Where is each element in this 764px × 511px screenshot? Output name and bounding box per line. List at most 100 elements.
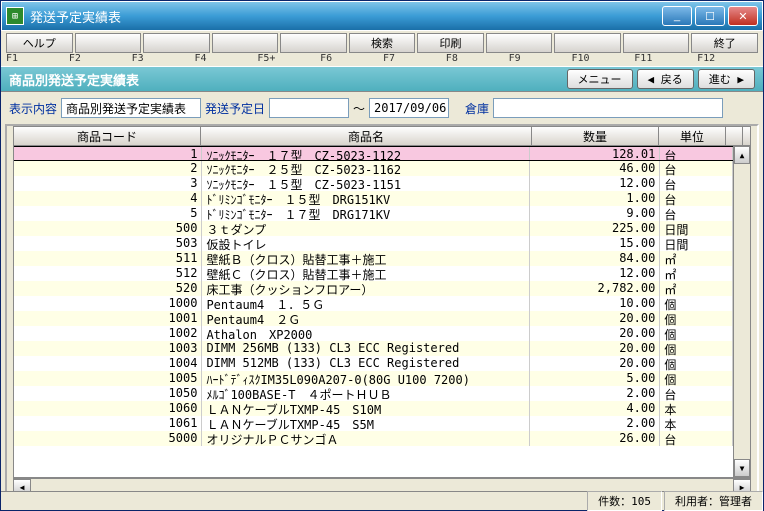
fkey-label-3: F4 [194, 53, 255, 64]
col-header-name[interactable]: 商品名 [201, 127, 532, 145]
toolbar-button-8[interactable] [554, 33, 621, 53]
cell: 1000 [14, 296, 202, 311]
cell: 225.00 [530, 221, 661, 236]
toolbar-button-10[interactable]: 終了 [691, 33, 758, 53]
data-grid: 商品コード 商品名 数量 単位 1ｿﾆｯｸﾓﾆﾀｰ １７型 CZ-5023-11… [13, 126, 751, 478]
table-row[interactable]: 5000オリジナルＰＣサンゴＡ26.00台 [14, 431, 733, 446]
col-header-qty[interactable]: 数量 [532, 127, 659, 145]
toolbar-button-9[interactable] [623, 33, 690, 53]
cell: 500 [14, 221, 202, 236]
maximize-button[interactable]: ☐ [695, 6, 725, 26]
cell: 壁紙Ｂ（クロス）貼替工事＋施工 [202, 251, 529, 266]
cell: 1001 [14, 311, 202, 326]
toolbar-button-7[interactable] [486, 33, 553, 53]
cell: 台 [660, 161, 733, 176]
cell: 台 [660, 206, 733, 221]
col-header-code[interactable]: 商品コード [14, 127, 201, 145]
vertical-scrollbar[interactable]: ▲ ▼ [733, 146, 750, 477]
filter-bar: 表示内容 商品別発送予定実績表 発送予定日 ～ 2017/09/06 倉庫 [1, 92, 763, 124]
app-icon: ⊞ [6, 7, 24, 25]
table-row[interactable]: 1061ＬＡＮケーブルTXMP-45 S5M2.00本 [14, 416, 733, 431]
date-tilde: ～ [353, 100, 365, 117]
table-row[interactable]: 520床工事（クッションフロアー）2,782.00㎡ [14, 281, 733, 296]
cell: 台 [660, 191, 733, 206]
grid-body[interactable]: 1ｿﾆｯｸﾓﾆﾀｰ １７型 CZ-5023-1122128.01台2ｿﾆｯｸﾓﾆ… [14, 146, 733, 477]
forward-button[interactable]: 進む ▶ [698, 69, 755, 89]
table-row[interactable]: 1005ﾊｰﾄﾞﾃﾞｨｽｸIM35L090A207-0(80G U100 720… [14, 371, 733, 386]
table-row[interactable]: 1050ﾒﾙｺﾞ100BASE-T ４ポートＨＵＢ2.00台 [14, 386, 733, 401]
table-row[interactable]: 1000Pentaum4 １．５Ｇ10.00個 [14, 296, 733, 311]
table-row[interactable]: 511壁紙Ｂ（クロス）貼替工事＋施工84.00㎡ [14, 251, 733, 266]
table-row[interactable]: 512壁紙Ｃ（クロス）貼替工事＋施工12.00㎡ [14, 266, 733, 281]
cell: 511 [14, 251, 202, 266]
fkey-label-5: F6 [320, 53, 381, 64]
table-row[interactable]: 3ｿﾆｯｸﾓﾆﾀｰ １５型 CZ-5023-115112.00台 [14, 176, 733, 191]
cell: ﾊｰﾄﾞﾃﾞｨｽｸIM35L090A207-0(80G U100 7200) [202, 371, 529, 386]
scroll-up-icon[interactable]: ▲ [734, 146, 750, 164]
cell: 1061 [14, 416, 202, 431]
cell: 1050 [14, 386, 202, 401]
display-content-label: 表示内容 [9, 100, 57, 117]
table-row[interactable]: 1060ＬＡＮケーブルTXMP-45 S10M4.00本 [14, 401, 733, 416]
cell: ＬＡＮケーブルTXMP-45 S10M [202, 401, 529, 416]
cell: DIMM 512MB (133) CL3 ECC Registered [202, 356, 529, 371]
cell: 2.00 [530, 416, 661, 431]
table-row[interactable]: 5ﾄﾞﾘﾐﾝｺﾞﾓﾆﾀｰ １７型 DRG171KV9.00台 [14, 206, 733, 221]
cell: 個 [660, 311, 733, 326]
col-header-scroll [726, 127, 743, 145]
date-to-field[interactable]: 2017/09/06 [369, 98, 449, 118]
warehouse-label: 倉庫 [465, 100, 489, 117]
table-row[interactable]: 503仮設トイレ15.00日間 [14, 236, 733, 251]
close-button[interactable]: ✕ [728, 6, 758, 26]
cell: ﾄﾞﾘﾐﾝｺﾞﾓﾆﾀｰ １７型 DRG171KV [202, 206, 529, 221]
fkey-label-7: F8 [446, 53, 507, 64]
table-row[interactable]: 1001Pentaum4 ２Ｇ20.00個 [14, 311, 733, 326]
menu-button[interactable]: メニュー [567, 69, 633, 89]
col-header-unit[interactable]: 単位 [659, 127, 726, 145]
cell: 2.00 [530, 386, 661, 401]
cell: 個 [660, 371, 733, 386]
cell: 20.00 [530, 326, 661, 341]
window-title: 発送予定実績表 [30, 7, 659, 26]
toolbar-button-3[interactable] [212, 33, 279, 53]
display-content-field[interactable]: 商品別発送予定実績表 [61, 98, 201, 118]
toolbar-button-1[interactable] [75, 33, 142, 53]
toolbar-button-0[interactable]: ヘルプ [6, 33, 73, 53]
cell: 台 [660, 147, 733, 160]
grid-header: 商品コード 商品名 数量 単位 [14, 127, 750, 146]
toolbar-button-4[interactable] [280, 33, 347, 53]
table-row[interactable]: 500３ｔダンプ225.00日間 [14, 221, 733, 236]
fkey-label-9: F10 [571, 53, 632, 64]
fkey-label-1: F2 [69, 53, 130, 64]
date-from-field[interactable] [269, 98, 349, 118]
table-row[interactable]: 1004DIMM 512MB (133) CL3 ECC Registered2… [14, 356, 733, 371]
cell: ＬＡＮケーブルTXMP-45 S5M [202, 416, 529, 431]
cell: ３ｔダンプ [202, 221, 529, 236]
scroll-down-icon[interactable]: ▼ [734, 459, 750, 477]
cell: 台 [660, 386, 733, 401]
table-row[interactable]: 4ﾄﾞﾘﾐﾝｺﾞﾓﾆﾀｰ １５型 DRG151KV1.00台 [14, 191, 733, 206]
cell: 本 [660, 416, 733, 431]
back-button[interactable]: ◀ 戻る [637, 69, 694, 89]
fkey-label-10: F11 [634, 53, 695, 64]
table-row[interactable]: 1002Athalon XP200020.00個 [14, 326, 733, 341]
table-row[interactable]: 1003DIMM 256MB (133) CL3 ECC Registered2… [14, 341, 733, 356]
warehouse-field[interactable] [493, 98, 723, 118]
cell: ｿﾆｯｸﾓﾆﾀｰ １７型 CZ-5023-1122 [202, 147, 529, 160]
toolbar-button-2[interactable] [143, 33, 210, 53]
titlebar: ⊞ 発送予定実績表 _ ☐ ✕ [1, 1, 763, 31]
minimize-button[interactable]: _ [662, 6, 692, 26]
toolbar-button-5[interactable]: 検索 [349, 33, 416, 53]
cell: 1060 [14, 401, 202, 416]
scroll-track[interactable] [734, 164, 750, 459]
status-bar: 件数：105 利用者：管理者 [1, 491, 763, 510]
cell: 5000 [14, 431, 202, 446]
toolbar-button-6[interactable]: 印刷 [417, 33, 484, 53]
cell: ﾄﾞﾘﾐﾝｺﾞﾓﾆﾀｰ １５型 DRG151KV [202, 191, 529, 206]
cell: 9.00 [530, 206, 661, 221]
cell: ｿﾆｯｸﾓﾆﾀｰ １５型 CZ-5023-1151 [202, 176, 529, 191]
cell: 台 [660, 176, 733, 191]
table-row[interactable]: 1ｿﾆｯｸﾓﾆﾀｰ １７型 CZ-5023-1122128.01台 [14, 146, 733, 161]
cell: 5 [14, 206, 202, 221]
table-row[interactable]: 2ｿﾆｯｸﾓﾆﾀｰ ２５型 CZ-5023-116246.00台 [14, 161, 733, 176]
